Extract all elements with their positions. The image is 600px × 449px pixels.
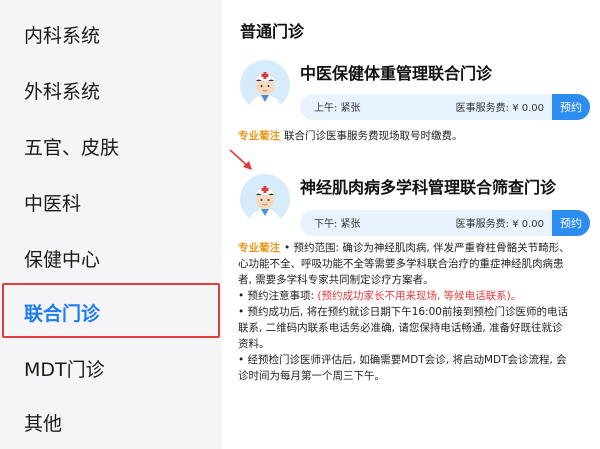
service-fee: 医事服务费: ¥ 0.00 xyxy=(455,219,544,230)
note-line: 专业葡注 • 预约范围: 确诊为神经肌肉病, 伴发严重脊柱骨骼关节畸形、 xyxy=(238,242,570,254)
note-tag: 专业葡注 xyxy=(238,242,280,254)
sidebar-item-tcm[interactable]: 中医科 xyxy=(0,174,222,230)
sidebar-item-mdt-clinic[interactable]: MDT门诊 xyxy=(0,340,222,396)
note-tag: 专业葡注 xyxy=(238,130,280,142)
note-line: 诊时间为每月第一个周三下午。 xyxy=(238,370,385,382)
note-line: • 预约注意事项: (预约成功家长不用来现场, 等候电话联系)。 xyxy=(238,290,522,302)
doctor-icon xyxy=(240,60,290,110)
department-sidebar: 内科系统 外科系统 五官、皮肤 中医科 保健中心 联合门诊 MDT门诊 其他 xyxy=(0,0,222,449)
sidebar-item-ent-dermatology[interactable]: 五官、皮肤 xyxy=(0,118,222,174)
sidebar-item-joint-clinic[interactable]: 联合门诊 xyxy=(0,284,222,340)
clinic-note: 专业葡注 联合门诊医事服务费现场取号时缴费。 xyxy=(238,128,588,144)
slot-status: 上午: 紧张 xyxy=(314,103,361,114)
sidebar-item-internal-medicine[interactable]: 内科系统 xyxy=(0,6,222,62)
slot-status: 下午: 紧张 xyxy=(314,219,361,230)
note-line: 者, 需要多学科专家共同制定诊疗方案者。 xyxy=(238,274,434,286)
sidebar-item-other[interactable]: 其他 xyxy=(0,394,222,449)
note-line: • 经预检门诊医师评估后, 如确需要MDT会诊, 将启动MDT会诊流程, 会 xyxy=(238,354,567,366)
sidebar-item-surgery[interactable]: 外科系统 xyxy=(0,62,222,118)
clinic-title: 中医保健体重管理联合门诊 xyxy=(300,64,493,83)
service-fee: 医事服务费: ¥ 0.00 xyxy=(455,103,544,114)
note-warning: (预约成功家长不用来现场, 等候电话联系)。 xyxy=(317,290,522,302)
clinic-note-detailed: 专业葡注 • 预约范围: 确诊为神经肌肉病, 伴发严重脊柱骨骼关节畸形、 心功能不… xyxy=(238,240,590,384)
clinic-list-panel: 普通门诊 中医保健体重管理联合门诊 上午: 紧张 医事服务费: ¥ 0.00 预… xyxy=(222,0,600,449)
note-line: 心功能不全、呼吸功能不全等需要多学科联合治疗的重症神经肌肉病患 xyxy=(238,258,564,270)
clinic-title: 神经肌肉病多学科管理联合筛查门诊 xyxy=(300,178,557,197)
sidebar-item-health-center[interactable]: 保健中心 xyxy=(0,230,222,286)
note-line: 联系, 二维码内联系电话务必准确, 请您保持电话畅通, 准备好既往就诊 xyxy=(238,322,563,334)
doctor-avatar xyxy=(240,60,290,110)
book-button[interactable]: 预约 xyxy=(552,210,590,236)
slot-info-bar: 上午: 紧张 医事服务费: ¥ 0.00 xyxy=(300,94,552,120)
doctor-icon xyxy=(240,174,290,224)
slot-info-bar: 下午: 紧张 医事服务费: ¥ 0.00 xyxy=(300,210,552,236)
book-button[interactable]: 预约 xyxy=(552,94,590,120)
note-line: • 预约成功后, 将在预约就诊日期下午16:00前接到预检门诊医师的电话 xyxy=(238,306,568,318)
doctor-avatar xyxy=(240,174,290,224)
note-text: 联合门诊医事服务费现场取号时缴费。 xyxy=(284,130,463,142)
clinic-card: 中医保健体重管理联合门诊 上午: 紧张 医事服务费: ¥ 0.00 预约 xyxy=(238,52,590,122)
clinic-card: 神经肌肉病多学科管理联合筛查门诊 下午: 紧张 医事服务费: ¥ 0.00 预约 xyxy=(238,168,590,238)
section-title: 普通门诊 xyxy=(240,22,305,41)
note-line: 资料。 xyxy=(238,338,270,350)
